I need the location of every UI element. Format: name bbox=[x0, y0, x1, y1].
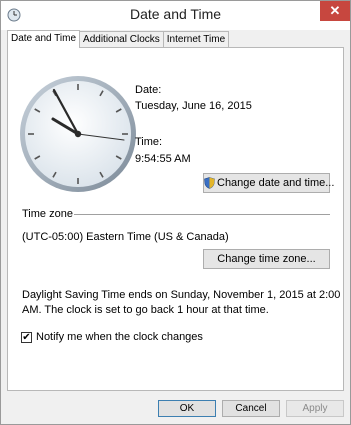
tab-additional-clocks[interactable]: Additional Clocks bbox=[79, 31, 164, 47]
change-time-zone-button[interactable]: Change time zone... bbox=[203, 249, 330, 269]
analog-clock bbox=[20, 76, 136, 192]
time-value: 9:54:55 AM bbox=[135, 153, 191, 165]
title-bar[interactable]: Date and Time ✕ bbox=[1, 1, 350, 30]
tab-strip: Date and Time Additional Clocks Internet… bbox=[7, 30, 230, 48]
time-zone-label: Time zone bbox=[22, 208, 73, 220]
notify-label[interactable]: Notify me when the clock changes bbox=[36, 331, 203, 343]
window-title: Date and Time bbox=[129, 6, 222, 22]
time-zone-divider bbox=[74, 214, 330, 215]
dst-line-1: Daylight Saving Time ends on Sunday, Nov… bbox=[22, 289, 341, 301]
date-value: Tuesday, June 16, 2015 bbox=[135, 100, 252, 112]
uac-shield-icon bbox=[204, 177, 215, 189]
tab-panel: Date: Tuesday, June 16, 2015 Time: 9:54:… bbox=[7, 47, 344, 391]
cancel-button[interactable]: Cancel bbox=[222, 400, 280, 417]
tab-date-and-time[interactable]: Date and Time bbox=[7, 30, 81, 48]
change-date-time-button[interactable]: Change date and time... bbox=[203, 173, 334, 193]
close-button[interactable]: ✕ bbox=[320, 1, 350, 21]
dst-line-2: AM. The clock is set to go back 1 hour a… bbox=[22, 304, 269, 316]
time-label: Time: bbox=[135, 136, 163, 148]
ok-button[interactable]: OK bbox=[158, 400, 216, 417]
notify-checkbox[interactable]: ✔ bbox=[21, 332, 32, 343]
apply-button[interactable]: Apply bbox=[286, 400, 344, 417]
tab-internet-time[interactable]: Internet Time bbox=[162, 31, 230, 47]
date-label: Date: bbox=[135, 84, 162, 96]
date-time-dialog: Date and Time ✕ Date and Time Additional… bbox=[0, 0, 351, 425]
change-date-time-label: Change date and time... bbox=[217, 177, 335, 189]
time-zone-value: (UTC-05:00) Eastern Time (US & Canada) bbox=[22, 231, 229, 243]
